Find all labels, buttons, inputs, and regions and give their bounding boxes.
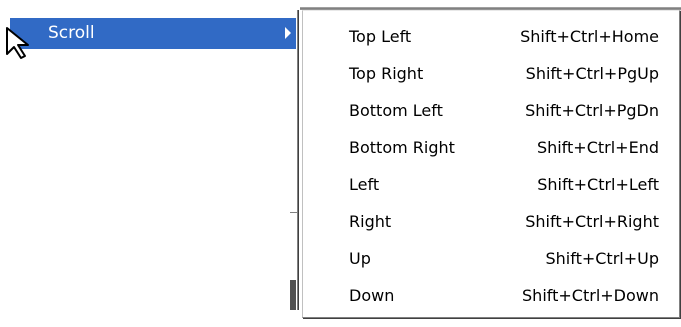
menu-item-left[interactable]: Left Shift+Ctrl+Left bbox=[303, 167, 679, 204]
menu-item-top-left[interactable]: Top Left Shift+Ctrl+Home bbox=[303, 19, 679, 56]
menu-item-label: Down bbox=[349, 286, 395, 305]
menu-item-shortcut: Shift+Ctrl+Left bbox=[537, 175, 659, 194]
menu-item-shortcut: Shift+Ctrl+PgUp bbox=[525, 64, 659, 83]
menu-item-right[interactable]: Right Shift+Ctrl+Right bbox=[303, 204, 679, 241]
menu-item-shortcut: Shift+Ctrl+End bbox=[536, 138, 659, 157]
menu-item-label: Left bbox=[349, 175, 380, 194]
screenshot-canvas: Scroll Top Left Shift+Ctrl+Home Top Righ… bbox=[0, 0, 681, 327]
menu-item-label: Bottom Right bbox=[349, 138, 455, 157]
menu-item-up[interactable]: Up Shift+Ctrl+Up bbox=[303, 241, 679, 278]
menu-item-label: Up bbox=[349, 249, 371, 268]
menu-item-scroll-label: Scroll bbox=[48, 23, 95, 43]
menu-item-label: Bottom Left bbox=[349, 101, 443, 120]
menu-item-label: Top Left bbox=[349, 27, 412, 46]
parent-menu-separator bbox=[290, 212, 298, 213]
menu-item-shortcut: Shift+Ctrl+Up bbox=[545, 249, 659, 268]
menu-item-label: Top Right bbox=[349, 64, 424, 83]
menu-item-shortcut: Shift+Ctrl+Right bbox=[525, 212, 659, 231]
menu-item-top-right[interactable]: Top Right Shift+Ctrl+PgUp bbox=[303, 56, 679, 93]
menu-item-shortcut: Shift+Ctrl+Down bbox=[522, 286, 659, 305]
menu-item-shortcut: Shift+Ctrl+PgDn bbox=[525, 101, 659, 120]
menu-item-down[interactable]: Down Shift+Ctrl+Down bbox=[303, 278, 679, 315]
menu-item-bottom-right[interactable]: Bottom Right Shift+Ctrl+End bbox=[303, 130, 679, 167]
menu-item-bottom-left[interactable]: Bottom Left Shift+Ctrl+PgDn bbox=[303, 93, 679, 130]
menu-item-scroll[interactable]: Scroll bbox=[10, 18, 300, 49]
mouse-pointer-icon bbox=[6, 27, 29, 59]
scroll-submenu: Top Left Shift+Ctrl+Home Top Right Shift… bbox=[302, 10, 680, 318]
menu-item-label: Right bbox=[349, 212, 392, 231]
chevron-right-icon bbox=[285, 27, 291, 39]
menu-item-shortcut: Shift+Ctrl+Home bbox=[520, 27, 659, 46]
parent-menu-bottom-edge bbox=[290, 280, 296, 310]
